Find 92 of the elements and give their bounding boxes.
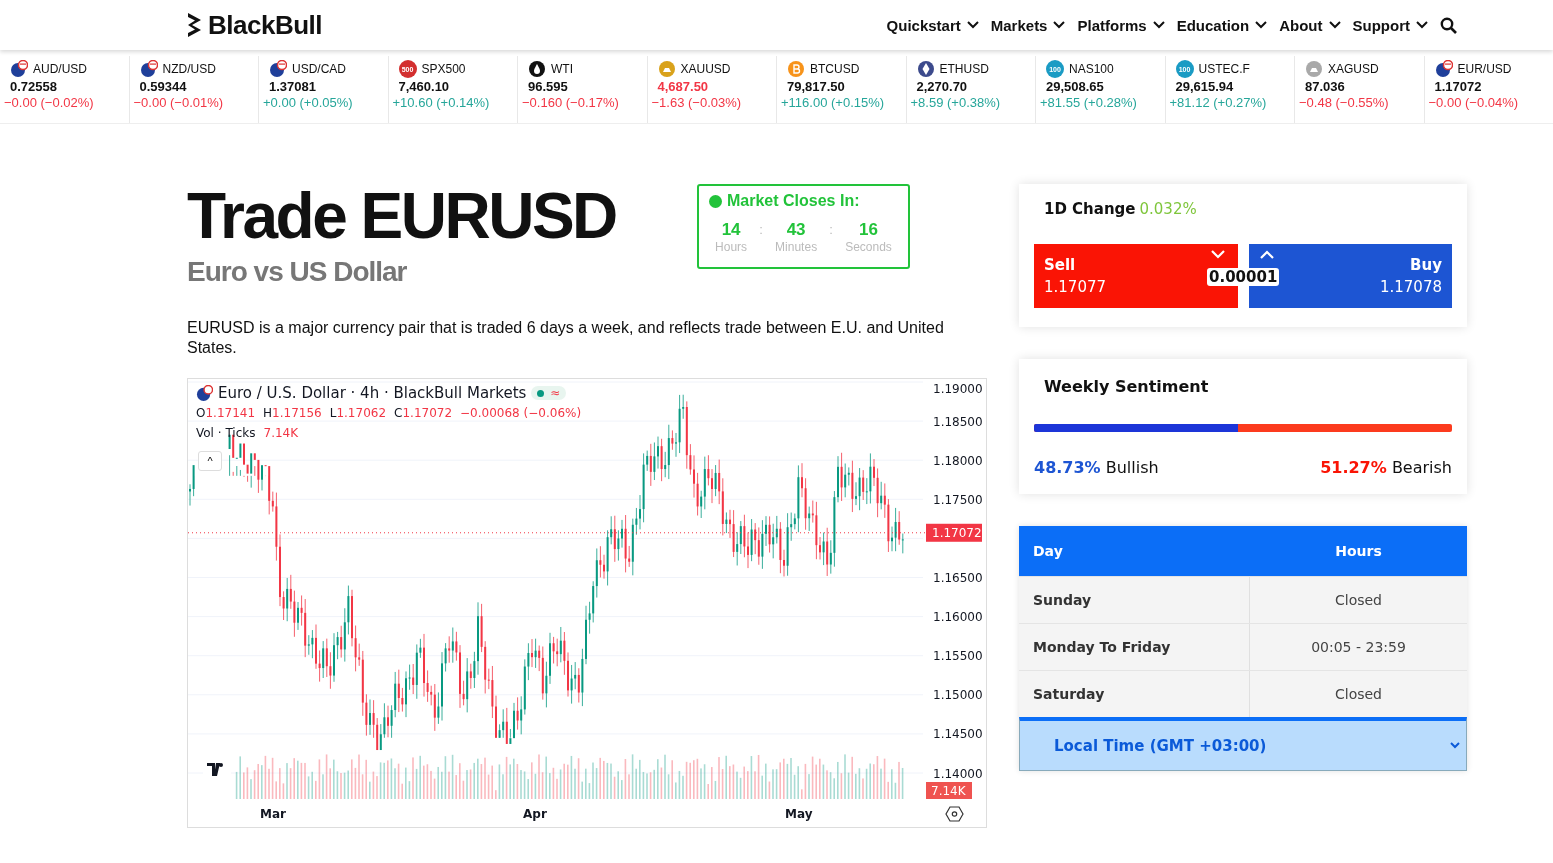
bearish-reading: 51.27% Bearish: [1320, 458, 1452, 477]
ticker-price: 29,508.65: [1045, 79, 1105, 94]
volume-value: 7.14K: [263, 426, 299, 440]
nav-item[interactable]: Support: [1352, 16, 1428, 34]
clock-label: Market Closes In:: [727, 192, 860, 210]
nav-item[interactable]: Quickstart: [886, 16, 979, 34]
change-value: 0.032%: [1139, 200, 1197, 218]
axis-label: 1.16500: [933, 571, 983, 585]
ticker-change: −0.48 (−0.55%): [1299, 95, 1390, 110]
ticker-price: 1.37081: [268, 79, 317, 94]
table-cell-text: 00:05 - 23:59: [1310, 639, 1407, 655]
ticker-symbol[interactable]: WTI: [551, 62, 573, 76]
table-cell-text: Closed: [1334, 592, 1383, 608]
sentiment-title: Weekly Sentiment: [1043, 377, 1210, 396]
nav-item[interactable]: Markets: [990, 16, 1066, 34]
ticker-price: 79,817.50: [786, 79, 846, 94]
ticker-price: 4,687.50: [656, 79, 710, 94]
ticker-price: 29,615.94: [1174, 79, 1235, 94]
axis-label: 1.17500: [933, 492, 983, 507]
collapse-button[interactable]: ^: [198, 451, 222, 471]
ticker-price: 0.72558: [9, 79, 58, 94]
ticker-price: 1.17072: [1433, 79, 1483, 94]
ticker-symbol[interactable]: XAUUSD: [680, 62, 731, 76]
axis-label: May: [785, 807, 813, 821]
ticker-price: 2,270.70: [915, 79, 969, 94]
ticker-symbol[interactable]: USD/CAD: [292, 62, 346, 76]
ticker-symbol[interactable]: EUR/USD: [1457, 62, 1512, 76]
ticker-symbol[interactable]: NZD/USD: [162, 62, 216, 76]
ticker-change: −0.00 (−0.01%): [133, 95, 225, 110]
axis-label: 1.19000: [933, 382, 983, 396]
column-header: Hours: [1334, 543, 1383, 559]
nav-item[interactable]: Platforms: [1077, 16, 1165, 34]
ticker-price: 0.59344: [138, 79, 188, 94]
table-cell-text: Closed: [1334, 686, 1383, 702]
ticker-change: −0.160 (−0.17%): [522, 95, 620, 110]
axis-label: Mar: [260, 807, 286, 821]
ohlc-value: O1.17141: [196, 406, 256, 420]
nav-item[interactable]: Education: [1176, 16, 1268, 34]
ohlc-value: C1.17072: [394, 406, 453, 420]
timezone-select[interactable]: Local Time (GMT +03:00): [1019, 717, 1467, 771]
description: EURUSD is a major currency pair that is traded 6 days a week, and reflects trade between E.U. and United States.: [187, 318, 945, 358]
axis-label: 1.15000: [933, 688, 983, 703]
ticker-symbol[interactable]: XAGUSD: [1328, 62, 1379, 76]
countdown-value: 43: [786, 220, 806, 240]
volume-label: Vol · Ticks: [196, 426, 256, 440]
brand-name: BlackBull: [208, 9, 322, 41]
ticker-symbol[interactable]: NAS100: [1069, 62, 1114, 76]
axis-label: Apr: [523, 807, 547, 821]
ticker-change: +81.12 (+0.27%): [1169, 95, 1268, 110]
chart-title: Euro / U.S. Dollar · 4h · BlackBull Markets: [218, 384, 527, 402]
countdown-unit: Minutes: [775, 240, 818, 254]
countdown-value: 16: [859, 220, 878, 240]
ticker-symbol[interactable]: USTEC.F: [1198, 62, 1250, 76]
ticker-price: 96.595: [527, 79, 569, 94]
axis-label: 1.18000: [933, 453, 983, 468]
page-title: Trade EURUSD: [187, 184, 616, 248]
ticker-price: 87.036: [1304, 79, 1346, 94]
change-label: 1D Change: [1044, 200, 1136, 218]
ticker-change: +81.55 (+0.28%): [1040, 95, 1138, 110]
status-chip: ≈: [531, 386, 567, 400]
ticker-symbol[interactable]: SPX500: [421, 62, 466, 76]
axis-label: 1.14500: [933, 727, 983, 742]
ticker-change: +0.00 (+0.05%): [263, 95, 354, 110]
price-tag: 1.17072: [926, 523, 982, 542]
price-change: −0.00068 (−0.06%): [460, 406, 582, 420]
ticker-change: +10.60 (+0.14%): [392, 95, 491, 110]
axis-label: 1.15500: [933, 649, 983, 664]
volume-tag: 7.14K: [926, 782, 972, 799]
countdown-unit: Hours: [715, 240, 748, 254]
ohlc-value: H1.17156: [263, 406, 322, 420]
axis-label: 1.16000: [933, 610, 983, 625]
ticker-change: +8.59 (+0.38%): [910, 95, 1002, 110]
nav-item[interactable]: About: [1279, 16, 1341, 34]
ticker-change: −1.63 (−0.03%): [651, 95, 743, 110]
ticker-symbol[interactable]: ETHUSD: [939, 62, 989, 76]
countdown-value: 14: [721, 220, 741, 240]
ticker-change: +116.00 (+0.15%): [781, 95, 886, 110]
spread-value: 0.00001: [1207, 268, 1280, 286]
separator: :: [759, 222, 763, 239]
column-header: Day: [1032, 543, 1064, 559]
countdown-unit: Seconds: [845, 240, 892, 254]
page-subtitle: Euro vs US Dollar: [187, 256, 408, 288]
bullish-reading: 48.73% Bullish: [1034, 458, 1159, 477]
ticker-price: 7,460.10: [397, 79, 451, 94]
axis-label: 1.18500: [933, 414, 983, 429]
ticker-change: −0.00 (−0.02%): [4, 95, 95, 110]
ticker-change: −0.00 (−0.04%): [1428, 95, 1520, 110]
separator: :: [829, 222, 833, 239]
ohlc-value: L1.17062: [329, 406, 387, 420]
axis-label: 1.14000: [933, 766, 983, 781]
ticker-symbol[interactable]: BTCUSD: [810, 62, 860, 76]
ticker-symbol[interactable]: AUD/USD: [33, 62, 87, 76]
